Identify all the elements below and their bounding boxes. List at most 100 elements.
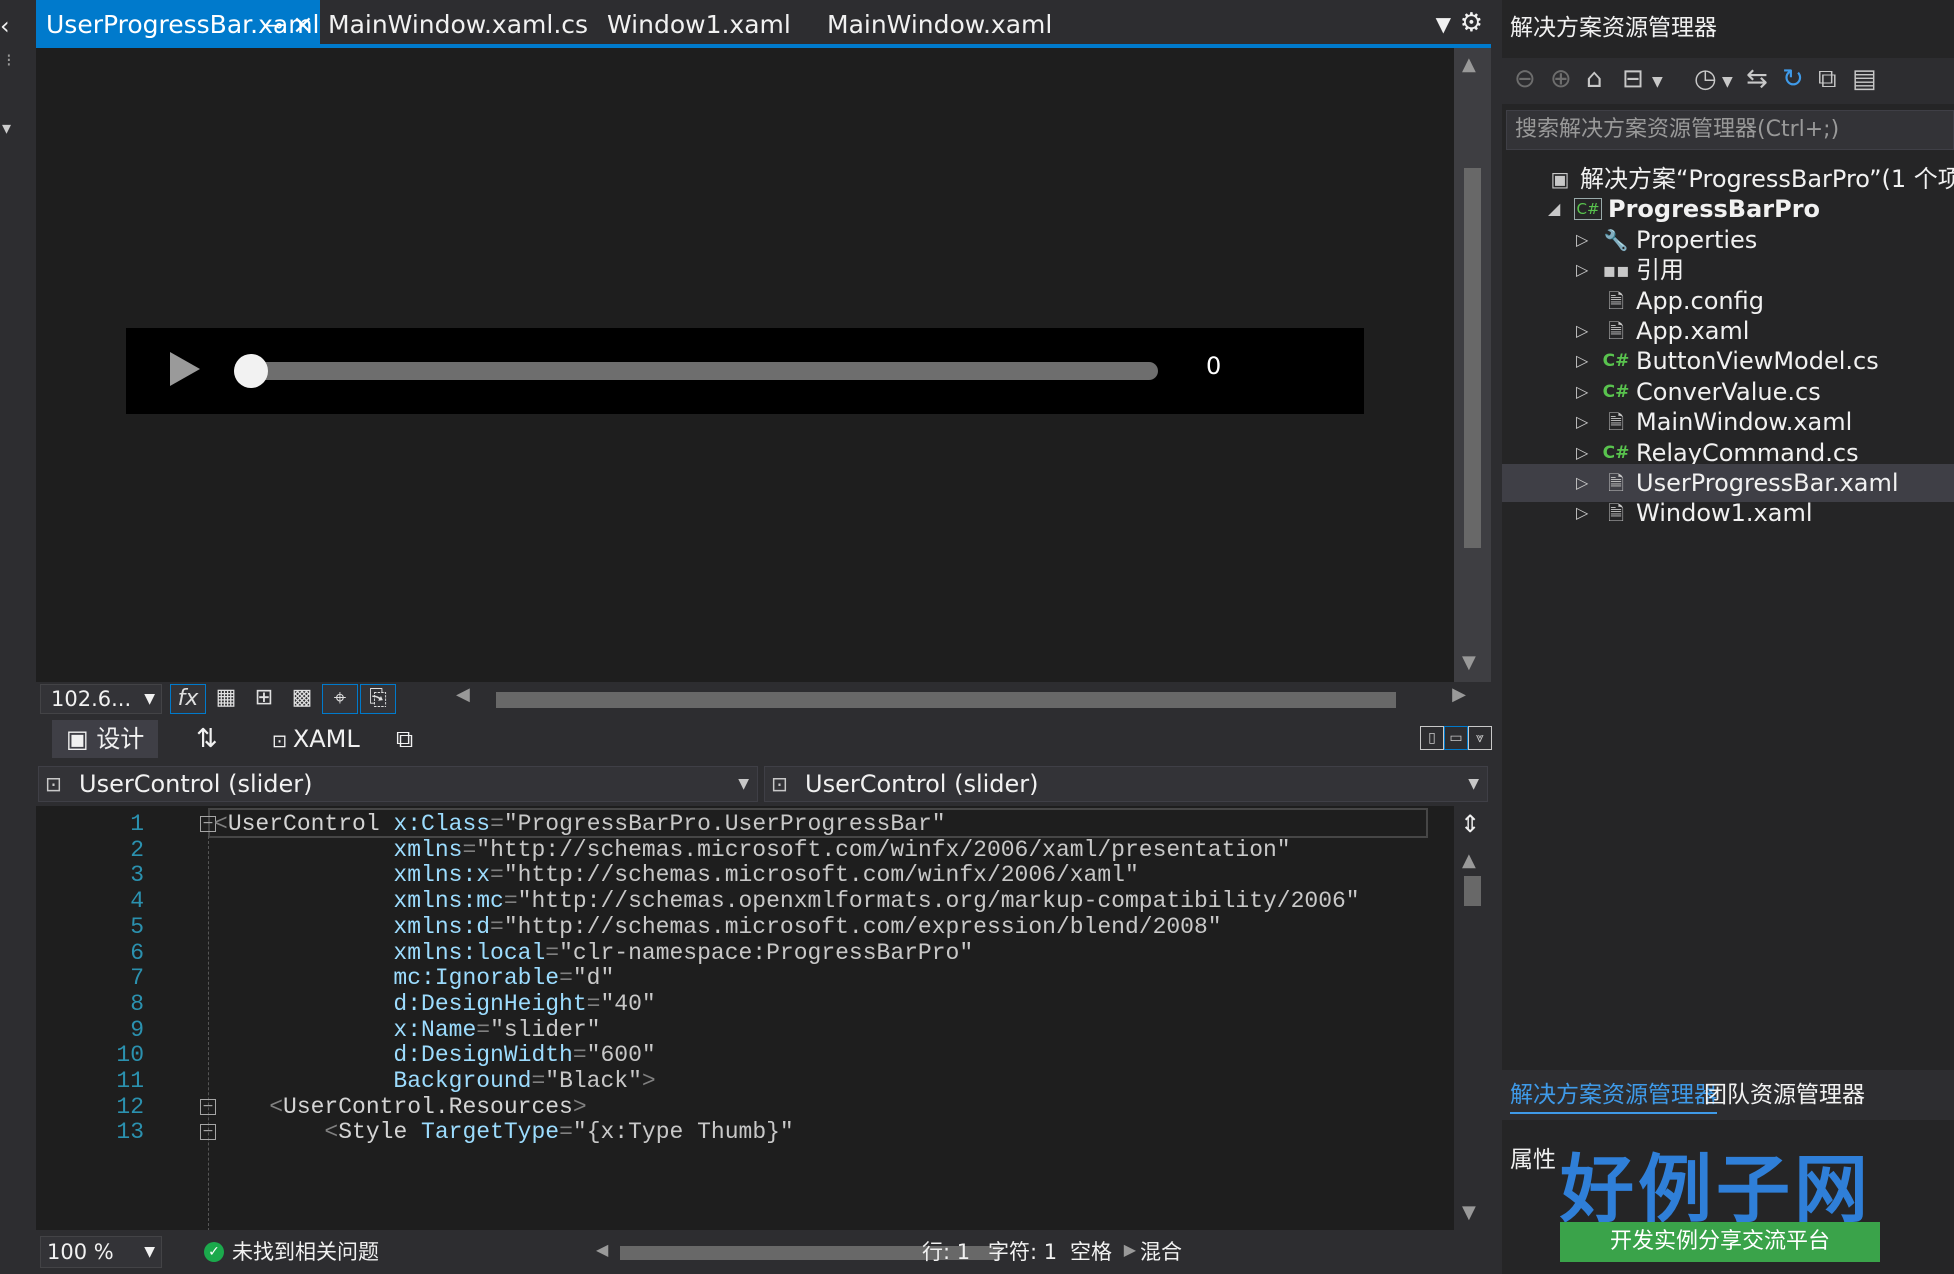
design-icon: ▣ bbox=[66, 725, 97, 753]
slider-track[interactable] bbox=[234, 362, 1158, 380]
designer-vertical-scrollbar[interactable]: ▲ ▼ bbox=[1454, 48, 1491, 682]
swap-panes-icon[interactable]: ⇅ bbox=[196, 720, 218, 758]
editor-status-bar: 100 % ▼ ✓ 未找到相关问题 ◀ ▶ 行: 1 字符: 1 空格 混合 bbox=[36, 1230, 1491, 1274]
progress-bar-preview[interactable]: 0 bbox=[126, 328, 1364, 414]
grid-icon[interactable]: ▦ bbox=[208, 684, 244, 714]
tab-overflow-icon[interactable]: ▼ bbox=[1436, 12, 1451, 36]
tab-mainwindow-xaml-cs[interactable]: MainWindow.xaml.cs bbox=[318, 0, 588, 48]
pending-changes-icon[interactable]: ◷ bbox=[1694, 64, 1717, 94]
xaml-file-icon: 🗎 bbox=[1607, 501, 1625, 526]
tab-label: Window1.xaml bbox=[607, 10, 791, 39]
horizontal-split-icon[interactable]: ▭ bbox=[1444, 726, 1468, 750]
back-icon[interactable]: ⊖ bbox=[1514, 64, 1536, 94]
forward-icon[interactable]: ⊕ bbox=[1550, 64, 1572, 94]
tree-item-label: Window1.xaml bbox=[1636, 499, 1813, 528]
chevron-down-icon[interactable]: ▼ bbox=[1722, 74, 1733, 90]
scroll-up-icon[interactable]: ▲ bbox=[1462, 54, 1476, 75]
designer-toolbar: 102.6... ▼ fx ▦ ⊞ ▩ ⌖ ⎘ ◀ ▶ bbox=[36, 682, 1491, 716]
dropdown-value: UserControl (slider) bbox=[79, 770, 313, 798]
xaml-element-icon: ⊡ bbox=[45, 772, 62, 796]
chevron-down-icon: ▼ bbox=[738, 776, 749, 792]
document-tab-bar: UserProgressBar.xaml ⊸ × MainWindow.xaml… bbox=[36, 0, 1491, 48]
show-all-files-icon[interactable]: ▤ bbox=[1852, 64, 1877, 94]
scroll-left-icon[interactable]: ◀ bbox=[596, 1240, 608, 1259]
dropdown-arrow-icon[interactable]: ▾ bbox=[2, 118, 11, 139]
scroll-right-icon[interactable]: ▶ bbox=[1124, 1240, 1136, 1259]
xaml-designer-canvas[interactable]: 0 bbox=[36, 48, 1454, 682]
code-line[interactable]: 13− <Style TargetType="{x:Type Thumb}" bbox=[36, 1116, 1454, 1148]
line-ending-status[interactable]: 混合 bbox=[1140, 1236, 1182, 1268]
watermark-subtitle: 开发实例分享交流平台 bbox=[1560, 1222, 1880, 1262]
split-window-icon[interactable]: ⇕ bbox=[1460, 810, 1480, 838]
code-token: < bbox=[214, 1119, 339, 1146]
editor-zoom-dropdown[interactable]: 100 % ▼ bbox=[40, 1236, 162, 1268]
xaml-code-editor[interactable]: 1− <UserControl x:Class="ProgressBarPro.U… bbox=[36, 806, 1454, 1230]
design-xaml-split-bar: ▣ 设计 ⇅ ⊡ XAML ⧉ ▯ ▭ ⩔ bbox=[36, 716, 1492, 762]
switch-views-icon[interactable]: ⊟ bbox=[1622, 64, 1644, 94]
properties-panel-title: 属性 bbox=[1510, 1147, 1556, 1173]
chevron-left-icon[interactable]: ‹ bbox=[0, 12, 10, 40]
issues-status[interactable]: 未找到相关问题 bbox=[232, 1236, 379, 1268]
design-tab-label: 设计 bbox=[96, 725, 145, 753]
whitespace-status[interactable]: 空格 bbox=[1070, 1236, 1112, 1268]
artboard-background-icon[interactable]: ▩ bbox=[284, 684, 320, 714]
tree-item[interactable]: ▷ 🗎 Window1.xaml bbox=[1502, 494, 1954, 532]
designer-zoom-dropdown[interactable]: 102.6... ▼ bbox=[40, 684, 162, 714]
xaml-element-icon: ⊡ bbox=[771, 772, 788, 796]
close-icon[interactable]: × bbox=[292, 0, 314, 50]
tab-team-explorer[interactable]: 团队资源管理器 bbox=[1704, 1078, 1865, 1112]
pin-icon[interactable]: ⊸ bbox=[266, 0, 283, 50]
code-token: Style bbox=[338, 1119, 408, 1146]
play-icon[interactable] bbox=[170, 352, 200, 386]
sync-icon[interactable]: ⇆ bbox=[1746, 64, 1768, 94]
scroll-up-icon[interactable]: ▲ bbox=[1462, 850, 1476, 871]
snap-gridlines-icon[interactable]: ⊞ bbox=[246, 684, 282, 714]
check-circle-icon: ✓ bbox=[204, 1242, 224, 1262]
scroll-thumb[interactable] bbox=[496, 692, 1396, 708]
more-icon[interactable]: ⁝ bbox=[6, 50, 12, 71]
scroll-thumb[interactable] bbox=[1464, 168, 1481, 548]
scroll-left-icon[interactable]: ◀ bbox=[456, 684, 470, 705]
designer-horizontal-scrollbar[interactable]: ◀ ▶ bbox=[456, 684, 1466, 714]
fx-effects-icon[interactable]: fx bbox=[170, 684, 206, 714]
collapse-pane-icon[interactable]: ⩔ bbox=[1468, 726, 1492, 750]
xaml-view-tab[interactable]: ⊡ XAML bbox=[272, 720, 360, 758]
editor-vertical-scrollbar[interactable]: ⇕ ▲ ▼ bbox=[1454, 806, 1491, 1230]
left-tool-strip: ‹ ⁝ ▾ bbox=[0, 0, 28, 1274]
collapsed-arrow-icon[interactable]: ▷ bbox=[1576, 494, 1588, 532]
vertical-split-icon[interactable]: ▯ bbox=[1420, 726, 1444, 750]
solution-search-input[interactable]: 搜索解决方案资源管理器(Ctrl+;) bbox=[1506, 110, 1954, 150]
gear-icon[interactable]: ⚙ bbox=[1460, 8, 1483, 38]
solution-explorer-toolbar: ⊖ ⊕ ⌂ ⊟ ▼ ◷ ▼ ⇆ ↻ ⧉ ▤ bbox=[1502, 58, 1954, 104]
solution-panel-tabs: 解决方案资源管理器 团队资源管理器 bbox=[1502, 1070, 1954, 1120]
dropdown-value: UserControl (slider) bbox=[805, 770, 1039, 798]
document-area: UserProgressBar.xaml ⊸ × MainWindow.xaml… bbox=[36, 0, 1492, 1274]
code-navigation-bar: ⊡ UserControl (slider) ▼ ⊡ UserControl (… bbox=[36, 762, 1491, 806]
element-member-dropdown[interactable]: ⊡ UserControl (slider) ▼ bbox=[764, 766, 1488, 802]
chevron-down-icon[interactable]: ▼ bbox=[1652, 74, 1663, 90]
snap-to-snaplines-icon[interactable]: ⌖ bbox=[322, 684, 358, 714]
design-view-tab[interactable]: ▣ 设计 bbox=[52, 720, 159, 758]
scroll-down-icon[interactable]: ▼ bbox=[1462, 652, 1476, 673]
char-number-status: 字符: 1 bbox=[988, 1240, 1058, 1264]
tab-userprogressbar-xaml[interactable]: UserProgressBar.xaml ⊸ × bbox=[36, 0, 320, 48]
code-token: TargetType bbox=[407, 1119, 560, 1146]
refresh-icon[interactable]: ↻ bbox=[1782, 64, 1804, 94]
popout-icon[interactable]: ⧉ bbox=[396, 720, 413, 758]
xaml-icon: ⊡ bbox=[272, 731, 293, 752]
tab-window1-xaml[interactable]: Window1.xaml bbox=[597, 0, 791, 48]
scroll-right-icon[interactable]: ▶ bbox=[1452, 684, 1466, 705]
slider-thumb[interactable] bbox=[234, 354, 268, 388]
scroll-down-icon[interactable]: ▼ bbox=[1462, 1202, 1476, 1223]
tab-mainwindow-xaml[interactable]: MainWindow.xaml bbox=[817, 0, 1052, 48]
chevron-down-icon: ▼ bbox=[1468, 776, 1479, 792]
chevron-down-icon: ▼ bbox=[144, 691, 155, 707]
home-icon[interactable]: ⌂ bbox=[1586, 64, 1603, 94]
collapse-all-icon[interactable]: ⧉ bbox=[1818, 64, 1837, 95]
element-scope-dropdown[interactable]: ⊡ UserControl (slider) ▼ bbox=[38, 766, 758, 802]
project-code-icon[interactable]: ⎘ bbox=[360, 684, 396, 714]
xaml-tab-label: XAML bbox=[292, 725, 360, 753]
code-text: <Style TargetType="{x:Type Thumb}" bbox=[214, 1116, 793, 1148]
tab-solution-explorer[interactable]: 解决方案资源管理器 bbox=[1510, 1078, 1717, 1114]
scroll-thumb[interactable] bbox=[1464, 876, 1481, 906]
